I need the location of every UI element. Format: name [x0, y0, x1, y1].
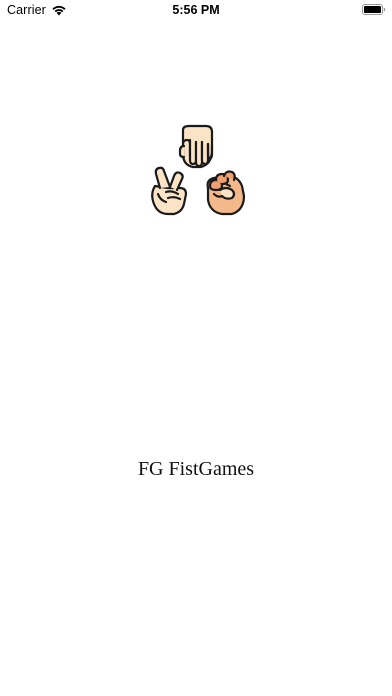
status-bar: Carrier 5:56 PM — [0, 0, 392, 20]
scissors-hand-icon — [151, 166, 188, 216]
paper-hand-icon — [178, 124, 214, 169]
rock-paper-scissors-hands-icon — [151, 124, 246, 216]
rock-fist-icon — [206, 170, 246, 216]
status-time: 5:56 PM — [172, 3, 220, 17]
battery-icon — [362, 4, 386, 15]
app-title: FG FistGames — [137, 458, 255, 480]
